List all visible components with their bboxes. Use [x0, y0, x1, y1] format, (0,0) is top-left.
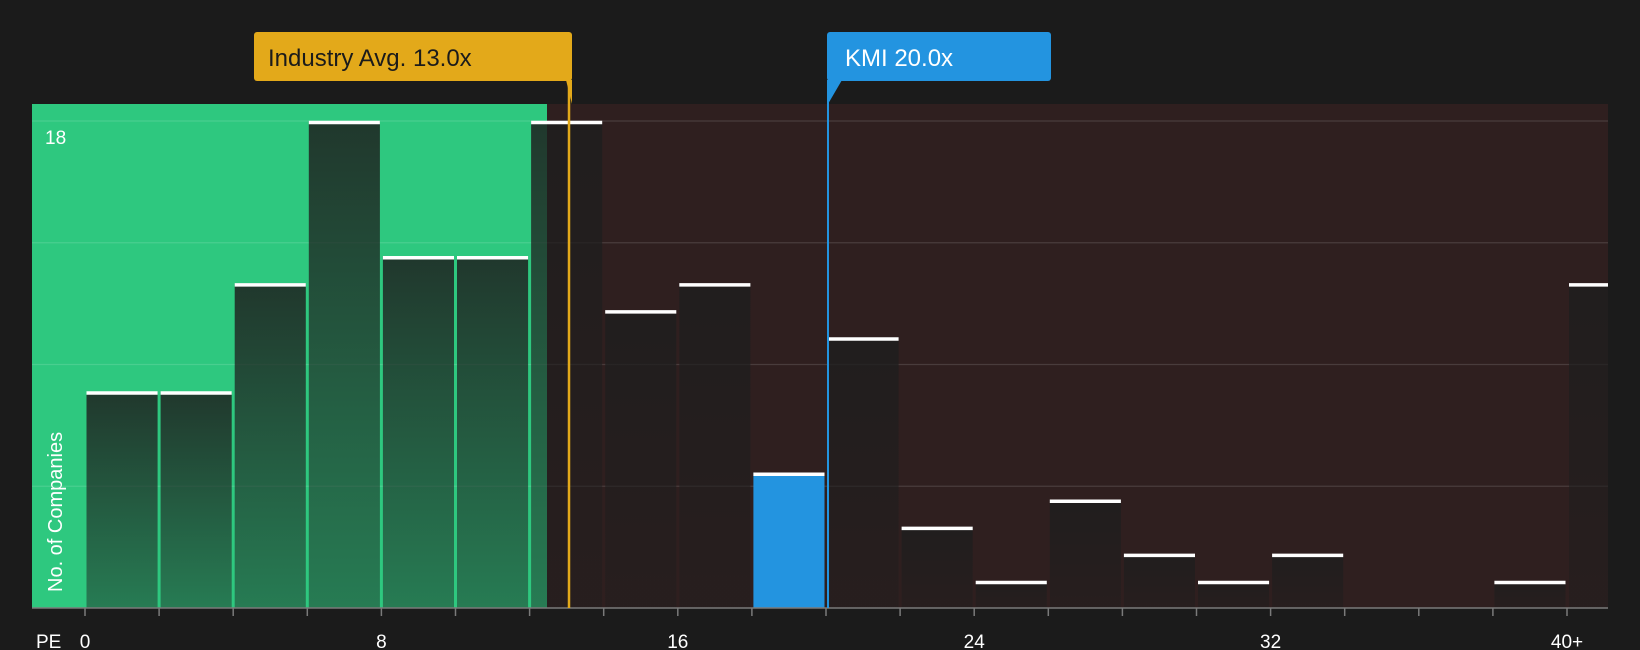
x-tick-label-4: 32	[1260, 632, 1281, 650]
bar-24	[975, 580, 1047, 608]
bar-40	[1569, 283, 1608, 608]
bar-10	[457, 256, 529, 608]
x-tick-label-3: 24	[964, 632, 986, 650]
industry-avg-label: Industry Avg. 13.0x	[268, 45, 472, 72]
bar-22	[901, 526, 973, 608]
x-tick-label-2: 16	[667, 632, 688, 650]
bar-8	[382, 256, 454, 608]
pe-distribution-chart: 0 8 16 24 32 40+ PE 18 No. of Companies Industry…	[32, 32, 1608, 650]
bar-2	[160, 391, 232, 608]
bar-32	[1272, 553, 1344, 608]
bar-20	[827, 337, 899, 608]
bar-4	[234, 283, 306, 608]
bar-16	[679, 283, 751, 608]
bar-28	[1123, 553, 1195, 608]
y-tick-label-18: 18	[45, 128, 66, 149]
x-tick-label-1: 8	[376, 632, 387, 650]
bar-30	[1198, 580, 1270, 608]
bar-highlight-kmi	[753, 472, 825, 608]
x-axis-label: PE	[36, 632, 61, 650]
company-pe-label: KMI 20.0x	[845, 45, 953, 72]
bar-14	[605, 310, 677, 608]
bar-26	[1049, 499, 1121, 608]
x-tick-label-5: 40+	[1551, 632, 1583, 650]
bar-12	[531, 121, 603, 608]
x-tick-label-0: 0	[80, 632, 91, 650]
bar-0	[86, 391, 158, 608]
bar-6	[308, 121, 380, 608]
company-pe-pointer	[828, 80, 842, 104]
bar-38	[1494, 580, 1566, 608]
y-axis-label: No. of Companies	[45, 432, 67, 592]
